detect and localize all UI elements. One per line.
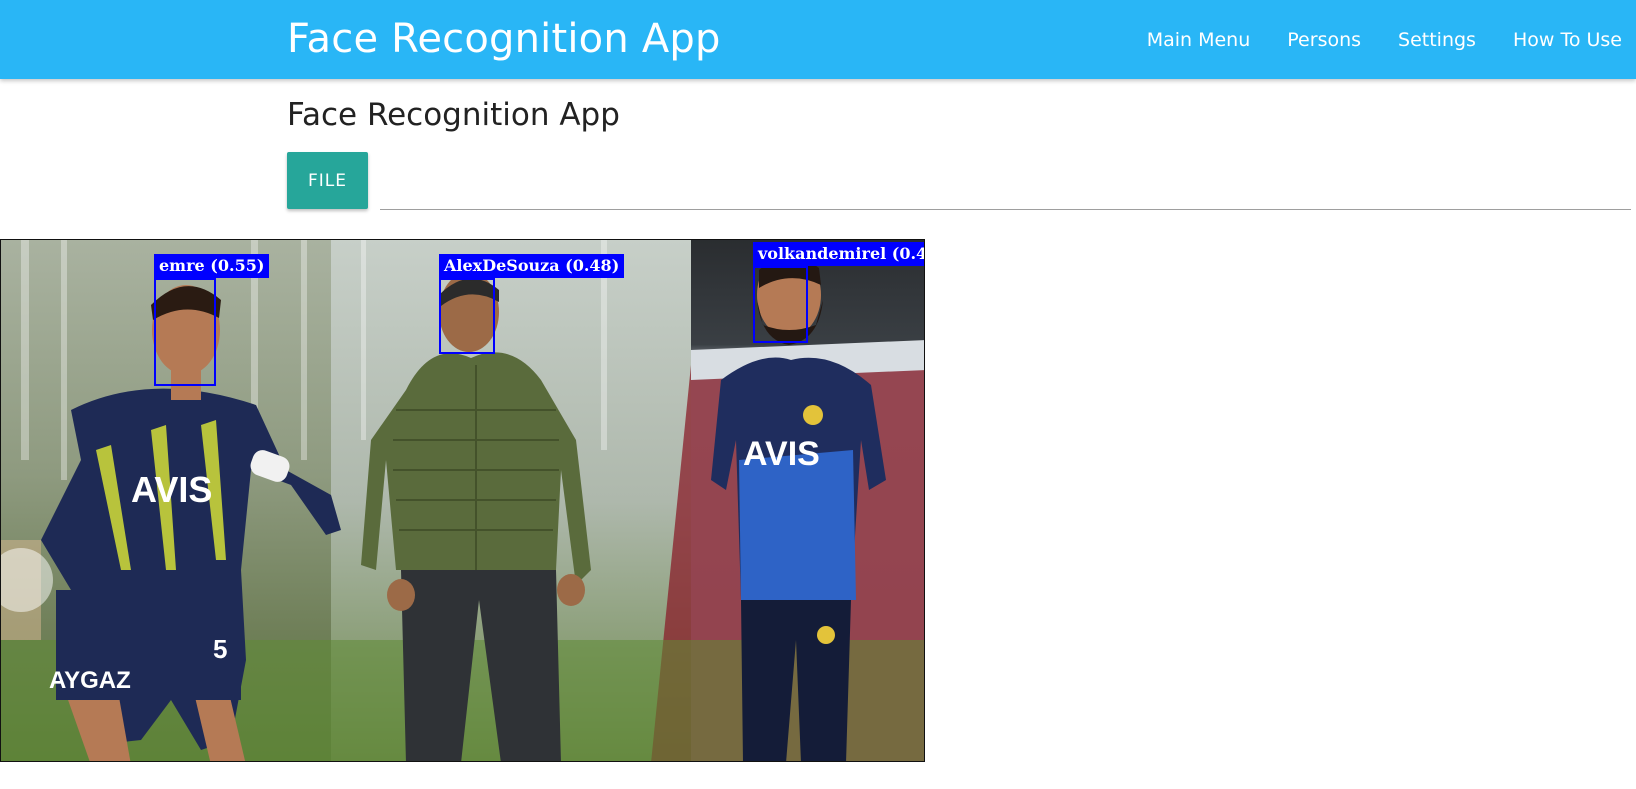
nav-settings[interactable]: Settings: [1398, 29, 1476, 51]
detection-label-alexdesouza: AlexDeSouza (0.48): [439, 254, 625, 278]
nav-persons[interactable]: Persons: [1287, 29, 1361, 51]
nav-how-to-use[interactable]: How To Use: [1513, 29, 1622, 51]
shirt-sponsor-left: AVIS: [131, 469, 212, 510]
shorts-number-left: 5: [213, 634, 227, 664]
file-button[interactable]: FILE: [287, 152, 368, 209]
file-path-input[interactable]: [380, 170, 1631, 210]
detection-label-volkandemirel: volkandemirel (0.43): [753, 242, 924, 266]
nav-main-menu[interactable]: Main Menu: [1147, 29, 1251, 51]
top-navbar: Face Recognition App Main Menu Persons S…: [0, 0, 1636, 79]
detection-box-alexdesouza: [439, 278, 495, 354]
shirt-sponsor-right: AVIS: [743, 435, 820, 473]
detection-box-volkandemirel: [753, 266, 808, 343]
page-title: Face Recognition App: [287, 97, 620, 133]
detection-label-emre: emre (0.55): [154, 254, 270, 278]
app-brand-logo[interactable]: Face Recognition App: [287, 16, 721, 62]
shorts-sponsor-left: AYGAZ: [49, 667, 131, 694]
nav-links: Main Menu Persons Settings How To Use: [1110, 0, 1622, 79]
result-image: AVIS AYGAZ 5 AVIS emre (0.55) AlexDeSouz…: [0, 239, 925, 762]
detection-box-emre: [154, 278, 216, 386]
